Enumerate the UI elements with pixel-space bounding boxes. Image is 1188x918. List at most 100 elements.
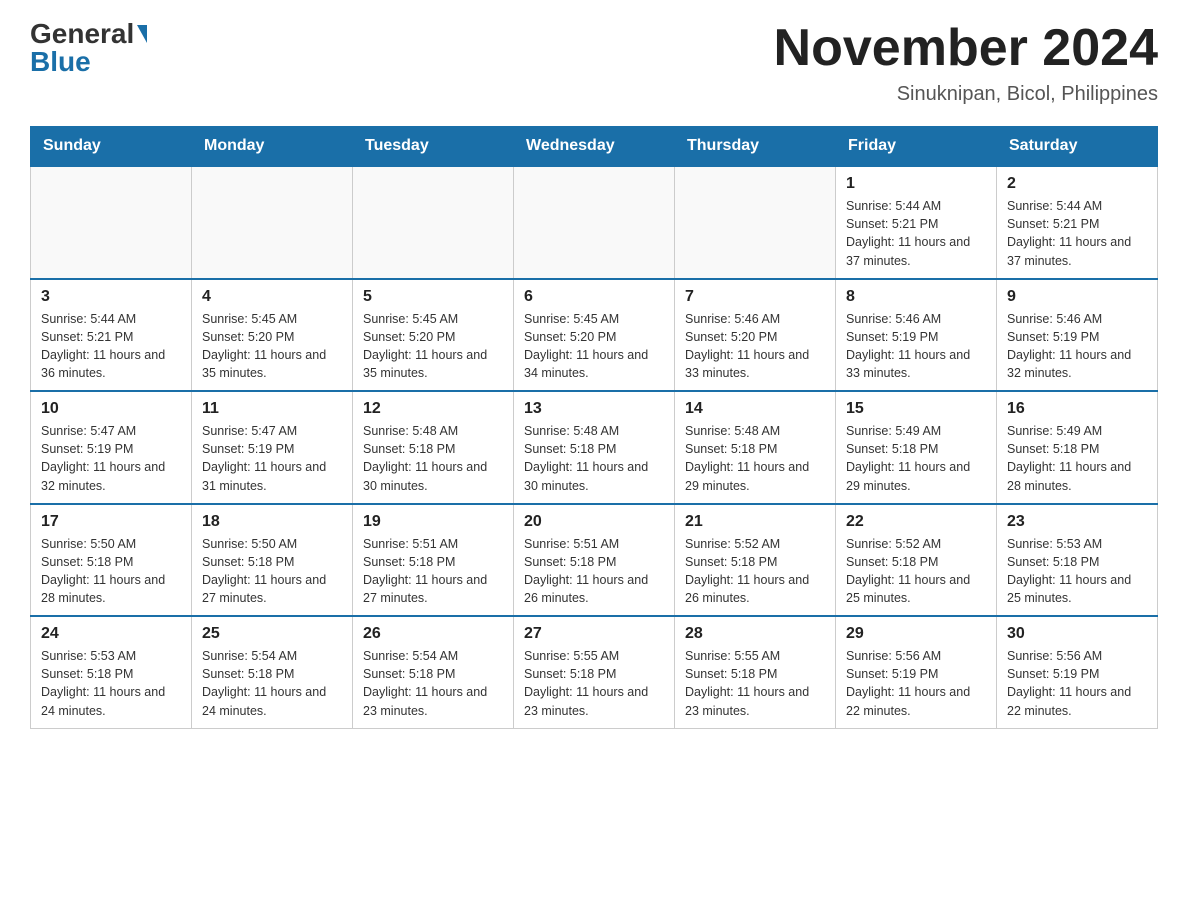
day-info: Sunrise: 5:45 AM Sunset: 5:20 PM Dayligh… <box>524 310 664 383</box>
day-cell: 30 Sunrise: 5:56 AM Sunset: 5:19 PM Dayli… <box>997 616 1158 728</box>
day-number: 10 <box>41 400 181 418</box>
day-cell: 9 Sunrise: 5:46 AM Sunset: 5:19 PM Daylig… <box>997 279 1158 392</box>
week-row-3: 10 Sunrise: 5:47 AM Sunset: 5:19 PM Dayli… <box>31 391 1158 504</box>
calendar-title: November 2024 <box>774 20 1158 77</box>
day-number: 12 <box>363 400 503 418</box>
header-cell-thursday: Thursday <box>675 127 836 167</box>
day-info: Sunrise: 5:56 AM Sunset: 5:19 PM Dayligh… <box>1007 647 1147 720</box>
day-number: 14 <box>685 400 825 418</box>
day-number: 25 <box>202 625 342 643</box>
day-info: Sunrise: 5:50 AM Sunset: 5:18 PM Dayligh… <box>41 535 181 608</box>
day-info: Sunrise: 5:45 AM Sunset: 5:20 PM Dayligh… <box>363 310 503 383</box>
day-info: Sunrise: 5:54 AM Sunset: 5:18 PM Dayligh… <box>363 647 503 720</box>
day-cell: 13 Sunrise: 5:48 AM Sunset: 5:18 PM Dayli… <box>514 391 675 504</box>
calendar-subtitle: Sinuknipan, Bicol, Philippines <box>774 83 1158 106</box>
title-area: November 2024 Sinuknipan, Bicol, Philipp… <box>774 20 1158 106</box>
day-info: Sunrise: 5:52 AM Sunset: 5:18 PM Dayligh… <box>685 535 825 608</box>
logo-blue-text: Blue <box>30 48 91 76</box>
day-info: Sunrise: 5:56 AM Sunset: 5:19 PM Dayligh… <box>846 647 986 720</box>
day-number: 24 <box>41 625 181 643</box>
day-info: Sunrise: 5:44 AM Sunset: 5:21 PM Dayligh… <box>846 197 986 270</box>
day-info: Sunrise: 5:48 AM Sunset: 5:18 PM Dayligh… <box>524 422 664 495</box>
day-cell: 25 Sunrise: 5:54 AM Sunset: 5:18 PM Dayli… <box>192 616 353 728</box>
calendar-table: SundayMondayTuesdayWednesdayThursdayFrid… <box>30 126 1158 729</box>
header-cell-tuesday: Tuesday <box>353 127 514 167</box>
header-cell-sunday: Sunday <box>31 127 192 167</box>
day-number: 28 <box>685 625 825 643</box>
day-number: 21 <box>685 513 825 531</box>
day-cell: 24 Sunrise: 5:53 AM Sunset: 5:18 PM Dayli… <box>31 616 192 728</box>
logo-triangle-icon <box>137 25 147 43</box>
day-number: 27 <box>524 625 664 643</box>
day-cell <box>675 166 836 279</box>
day-cell: 21 Sunrise: 5:52 AM Sunset: 5:18 PM Dayli… <box>675 504 836 617</box>
day-info: Sunrise: 5:50 AM Sunset: 5:18 PM Dayligh… <box>202 535 342 608</box>
day-number: 19 <box>363 513 503 531</box>
day-cell: 7 Sunrise: 5:46 AM Sunset: 5:20 PM Daylig… <box>675 279 836 392</box>
day-cell <box>31 166 192 279</box>
day-cell: 23Sunrise: 5:53 AM Sunset: 5:18 PM Dayli… <box>997 504 1158 617</box>
day-number: 18 <box>202 513 342 531</box>
day-number: 6 <box>524 288 664 306</box>
day-cell: 10 Sunrise: 5:47 AM Sunset: 5:19 PM Dayli… <box>31 391 192 504</box>
day-cell <box>353 166 514 279</box>
week-row-1: 1 Sunrise: 5:44 AM Sunset: 5:21 PM Daylig… <box>31 166 1158 279</box>
day-info: Sunrise: 5:52 AM Sunset: 5:18 PM Dayligh… <box>846 535 986 608</box>
day-cell: 28 Sunrise: 5:55 AM Sunset: 5:18 PM Dayli… <box>675 616 836 728</box>
day-number: 17 <box>41 513 181 531</box>
day-number: 13 <box>524 400 664 418</box>
day-number: 20 <box>524 513 664 531</box>
day-info: Sunrise: 5:54 AM Sunset: 5:18 PM Dayligh… <box>202 647 342 720</box>
day-info: Sunrise: 5:45 AM Sunset: 5:20 PM Dayligh… <box>202 310 342 383</box>
day-number: 2 <box>1007 175 1147 193</box>
day-cell: 16Sunrise: 5:49 AM Sunset: 5:18 PM Dayli… <box>997 391 1158 504</box>
day-info: Sunrise: 5:46 AM Sunset: 5:19 PM Dayligh… <box>1007 310 1147 383</box>
day-number: 9 <box>1007 288 1147 306</box>
day-number: 29 <box>846 625 986 643</box>
day-cell: 4Sunrise: 5:45 AM Sunset: 5:20 PM Daylig… <box>192 279 353 392</box>
day-info: Sunrise: 5:49 AM Sunset: 5:18 PM Dayligh… <box>1007 422 1147 495</box>
day-number: 15 <box>846 400 986 418</box>
day-cell: 5Sunrise: 5:45 AM Sunset: 5:20 PM Daylig… <box>353 279 514 392</box>
day-info: Sunrise: 5:44 AM Sunset: 5:21 PM Dayligh… <box>1007 197 1147 270</box>
day-info: Sunrise: 5:47 AM Sunset: 5:19 PM Dayligh… <box>202 422 342 495</box>
day-info: Sunrise: 5:53 AM Sunset: 5:18 PM Dayligh… <box>41 647 181 720</box>
logo: General Blue <box>30 20 147 76</box>
day-cell: 1 Sunrise: 5:44 AM Sunset: 5:21 PM Daylig… <box>836 166 997 279</box>
week-row-5: 24 Sunrise: 5:53 AM Sunset: 5:18 PM Dayli… <box>31 616 1158 728</box>
day-number: 30 <box>1007 625 1147 643</box>
day-info: Sunrise: 5:48 AM Sunset: 5:18 PM Dayligh… <box>685 422 825 495</box>
week-row-4: 17 Sunrise: 5:50 AM Sunset: 5:18 PM Dayli… <box>31 504 1158 617</box>
day-cell: 29 Sunrise: 5:56 AM Sunset: 5:19 PM Dayli… <box>836 616 997 728</box>
day-cell: 20Sunrise: 5:51 AM Sunset: 5:18 PM Dayli… <box>514 504 675 617</box>
day-number: 1 <box>846 175 986 193</box>
day-number: 23 <box>1007 513 1147 531</box>
day-cell: 19 Sunrise: 5:51 AM Sunset: 5:18 PM Dayli… <box>353 504 514 617</box>
day-info: Sunrise: 5:49 AM Sunset: 5:18 PM Dayligh… <box>846 422 986 495</box>
header-cell-saturday: Saturday <box>997 127 1158 167</box>
day-info: Sunrise: 5:46 AM Sunset: 5:20 PM Dayligh… <box>685 310 825 383</box>
header-row: SundayMondayTuesdayWednesdayThursdayFrid… <box>31 127 1158 167</box>
day-cell: 2 Sunrise: 5:44 AM Sunset: 5:21 PM Daylig… <box>997 166 1158 279</box>
header-cell-friday: Friday <box>836 127 997 167</box>
day-info: Sunrise: 5:51 AM Sunset: 5:18 PM Dayligh… <box>363 535 503 608</box>
day-number: 22 <box>846 513 986 531</box>
day-number: 3 <box>41 288 181 306</box>
calendar-body: 1 Sunrise: 5:44 AM Sunset: 5:21 PM Daylig… <box>31 166 1158 728</box>
day-info: Sunrise: 5:55 AM Sunset: 5:18 PM Dayligh… <box>685 647 825 720</box>
day-info: Sunrise: 5:55 AM Sunset: 5:18 PM Dayligh… <box>524 647 664 720</box>
header-cell-wednesday: Wednesday <box>514 127 675 167</box>
day-cell: 8Sunrise: 5:46 AM Sunset: 5:19 PM Daylig… <box>836 279 997 392</box>
day-number: 26 <box>363 625 503 643</box>
day-cell: 22 Sunrise: 5:52 AM Sunset: 5:18 PM Dayli… <box>836 504 997 617</box>
day-cell: 27 Sunrise: 5:55 AM Sunset: 5:18 PM Dayli… <box>514 616 675 728</box>
week-row-2: 3Sunrise: 5:44 AM Sunset: 5:21 PM Daylig… <box>31 279 1158 392</box>
logo-general-text: General <box>30 20 134 48</box>
header: General Blue November 2024 Sinuknipan, B… <box>30 20 1158 106</box>
day-number: 7 <box>685 288 825 306</box>
day-cell: 18 Sunrise: 5:50 AM Sunset: 5:18 PM Dayli… <box>192 504 353 617</box>
day-cell: 12Sunrise: 5:48 AM Sunset: 5:18 PM Dayli… <box>353 391 514 504</box>
day-cell: 11Sunrise: 5:47 AM Sunset: 5:19 PM Dayli… <box>192 391 353 504</box>
day-info: Sunrise: 5:46 AM Sunset: 5:19 PM Dayligh… <box>846 310 986 383</box>
day-info: Sunrise: 5:47 AM Sunset: 5:19 PM Dayligh… <box>41 422 181 495</box>
